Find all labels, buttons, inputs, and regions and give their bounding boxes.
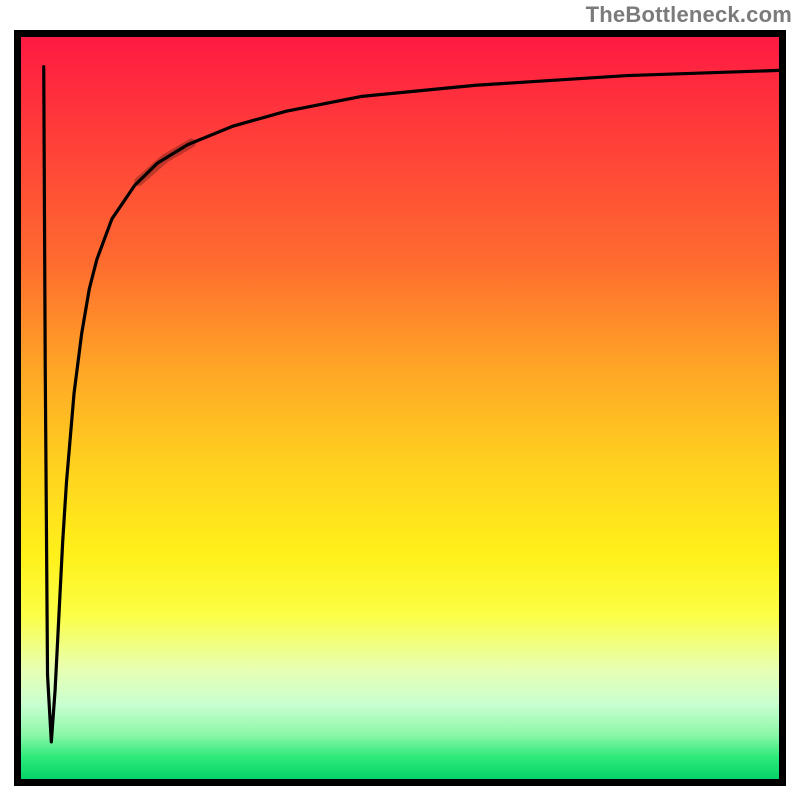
attribution-label: TheBottleneck.com (586, 2, 792, 28)
chart-plot-area (14, 30, 786, 786)
chart-line-notch (138, 143, 191, 182)
chart-curve-svg (21, 37, 779, 779)
